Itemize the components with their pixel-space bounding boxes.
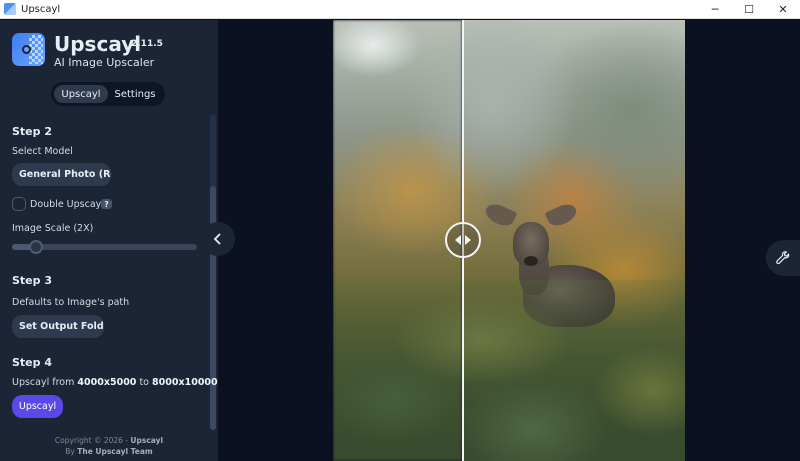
step-2-title: Step 2 bbox=[12, 125, 52, 138]
window-title: Upscayl bbox=[21, 3, 61, 15]
app-subtitle: AI Image Upscaler bbox=[54, 56, 155, 69]
app-name: Upscayl bbox=[54, 32, 142, 56]
chevron-left-icon[interactable] bbox=[201, 222, 235, 256]
image-scale-slider-thumb[interactable] bbox=[29, 240, 44, 254]
upscaled-image bbox=[462, 20, 685, 461]
wrench-icon[interactable] bbox=[766, 240, 800, 276]
window-controls: ─ ☐ ✕ bbox=[698, 0, 800, 19]
tab-upscayl[interactable]: Upscayl bbox=[54, 85, 108, 103]
upscayl-button[interactable]: Upscayl bbox=[12, 395, 63, 418]
double-upscayl-label: Double Upscayl bbox=[30, 199, 104, 210]
upscale-size-text: Upscayl from 4000x5000 to 8000x10000 bbox=[12, 377, 218, 388]
upscale-from-label: Upscayl from bbox=[12, 377, 75, 388]
upscayl-logo-icon bbox=[12, 33, 45, 66]
model-select-button[interactable]: General Photo (Re... bbox=[12, 163, 111, 186]
tab-settings[interactable]: Settings bbox=[108, 85, 162, 103]
defaults-path-label: Defaults to Image's path bbox=[12, 297, 130, 308]
footer-team: By The Upscayl Team bbox=[0, 447, 218, 456]
close-button[interactable]: ✕ bbox=[766, 0, 800, 19]
footer-team-link[interactable]: The Upscayl Team bbox=[77, 447, 153, 456]
image-viewer bbox=[218, 20, 800, 461]
select-model-label: Select Model bbox=[12, 146, 73, 157]
step-3-title: Step 3 bbox=[12, 274, 52, 287]
original-image bbox=[333, 20, 462, 461]
upscale-to-size: 8000x10000 bbox=[152, 377, 218, 388]
sidebar: Upscayl 2.11.5 AI Image Upscaler Upscayl… bbox=[0, 20, 218, 461]
footer-copyright-name[interactable]: Upscayl bbox=[130, 436, 163, 445]
compare-image-area[interactable] bbox=[333, 20, 685, 461]
image-scale-label: Image Scale (2X) bbox=[12, 223, 94, 234]
left-right-arrows-icon[interactable] bbox=[445, 222, 481, 258]
footer-copyright-text: Copyright © 2026 - bbox=[54, 436, 129, 445]
footer-copyright: Copyright © 2026 - Upscayl bbox=[0, 436, 218, 445]
upscale-to-label: to bbox=[139, 377, 149, 388]
app-icon bbox=[4, 3, 16, 15]
window-title-bar: Upscayl ─ ☐ ✕ bbox=[0, 0, 800, 19]
double-upscayl-help-icon[interactable]: ? bbox=[101, 199, 112, 209]
tab-bar: Upscayl Settings bbox=[51, 82, 165, 106]
footer-by: By bbox=[65, 447, 75, 456]
minimize-button[interactable]: ─ bbox=[698, 0, 732, 19]
set-output-folder-button[interactable]: Set Output Folder bbox=[12, 315, 104, 338]
maximize-button[interactable]: ☐ bbox=[732, 0, 766, 19]
step-4-title: Step 4 bbox=[12, 356, 52, 369]
app-version: 2.11.5 bbox=[131, 39, 163, 49]
double-upscayl-checkbox[interactable] bbox=[12, 197, 26, 211]
upscale-from-size: 4000x5000 bbox=[77, 377, 137, 388]
